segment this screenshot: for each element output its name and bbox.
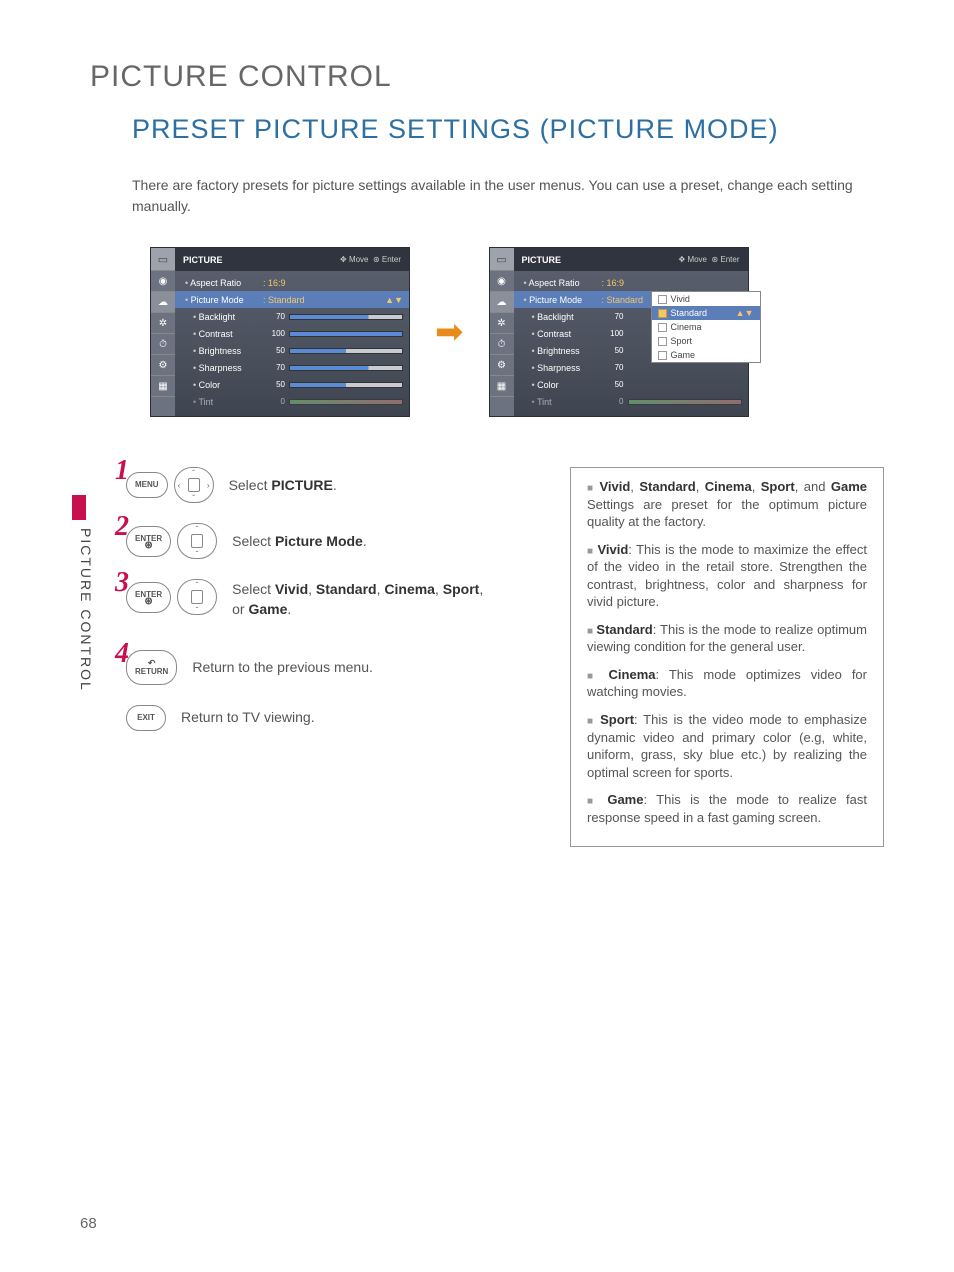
arrow-icon: ➡ [435,312,464,352]
step-5-text: Return to TV viewing. [181,707,315,727]
step-1: 1 MENU ˆˇ‹› Select PICTURE. [120,467,540,503]
enter-button: ENTER⊛ [126,582,171,613]
osd-row-contrast: Contrast100 [185,325,403,342]
info-item-standard: Standard: This is the mode to realize op… [587,621,867,656]
side-tab: PICTURE CONTROL [78,495,92,695]
popup-item-sport: Sport [652,334,760,348]
step-num-3: 3 [115,567,129,599]
osd-icon-6: ▦ [151,376,175,397]
step-4: 4 ↶RETURN Return to the previous menu. [120,650,540,685]
osd-panel-right-wrap: ▭ ◉ ☁ ✲ ⏱ ⚙ ▦ PICTURE ✥ Move ⊛ Enter Asp… [489,247,749,417]
mode-popup: Vivid Standard▲▼ Cinema Sport Game [651,291,761,363]
monitor-icon: ▭ [490,248,514,271]
osd-hints-r: ✥ Move ⊛ Enter [679,255,740,264]
step-num-2: 2 [115,511,129,543]
popup-item-cinema: Cinema [652,320,760,334]
osd-row-tint-r: Tint0 [524,393,742,410]
osd-screenshots: ▭ ◉ ☁ ✲ ⏱ ⚙ ▦ PICTURE ✥ Move ⊛ Enter Asp… [150,247,884,417]
osd-icon-3: ✲ [151,313,175,334]
osd-icon-6: ▦ [490,376,514,397]
info-item-cinema: Cinema: This mode optimizes video for wa… [587,666,867,701]
osd-row-tint: Tint0 [185,393,403,410]
osd-row-aspect-r: Aspect Ratio: 16:9 [524,274,742,291]
osd-header: PICTURE ✥ Move ⊛ Enter [175,248,409,271]
osd-row-sharpness: Sharpness70 [185,359,403,376]
osd-title: PICTURE [183,255,223,265]
step-num-1: 1 [115,455,129,487]
step-num-4: 4 [115,638,129,670]
page-title-2: PRESET PICTURE SETTINGS (PICTURE MODE) [132,114,884,145]
dpad-icon: ˆˇ‹› [174,467,214,503]
popup-item-standard: Standard▲▼ [652,306,760,320]
page-number: 68 [80,1215,97,1232]
osd-panel-left: ▭ ◉ ☁ ✲ ⏱ ⚙ ▦ PICTURE ✥ Move ⊛ Enter Asp… [150,247,410,417]
enter-button: ENTER⊛ [126,526,171,557]
osd-icon-4: ⏱ [151,334,175,355]
osd-icon-1: ◉ [490,271,514,292]
popup-item-vivid: Vivid [652,292,760,306]
dpad-icon: ˆˇ [177,523,217,559]
osd-icon-5: ⚙ [151,355,175,376]
exit-button: EXIT [126,705,166,731]
osd-sidebar-r: ▭ ◉ ☁ ✲ ⏱ ⚙ ▦ [490,248,514,416]
osd-row-aspect: Aspect Ratio : 16:9 [185,274,403,291]
monitor-icon: ▭ [151,248,175,271]
step-5: EXIT Return to TV viewing. [120,705,540,731]
menu-button: MENU [126,472,168,498]
osd-icon-4: ⏱ [490,334,514,355]
intro-text: There are factory presets for picture se… [132,175,884,217]
osd-row-mode: Picture Mode : Standard ▲▼ [175,291,409,308]
osd-icon-5: ⚙ [490,355,514,376]
step-3-text: Select Vivid, Standard, Cinema, Sport, o… [232,579,483,620]
osd-icon-2: ☁ [490,292,514,313]
step-2-text: Select Picture Mode. [232,531,367,551]
osd-row-color-r: Color50 [524,376,742,393]
updown-icon: ▲▼ [385,295,403,305]
osd-hints: ✥ Move ⊛ Enter [340,255,401,264]
osd-row-backlight: Backlight70 [185,308,403,325]
info-item-sport: Sport: This is the video mode to emphasi… [587,711,867,781]
page-title-1: PICTURE CONTROL [90,60,884,94]
step-4-text: Return to the previous menu. [192,657,373,677]
dpad-icon: ˆˇ [177,579,217,615]
step-2: 2 ENTER⊛ ˆˇ Select Picture Mode. [120,523,540,559]
steps-column: 1 MENU ˆˇ‹› Select PICTURE. 2 ENTER⊛ ˆˇ … [120,467,540,847]
info-item-presets: Vivid, Standard, Cinema, Sport, and Game… [587,478,867,531]
info-item-game: Game: This is the mode to realize fast r… [587,791,867,826]
osd-sidebar: ▭ ◉ ☁ ✲ ⏱ ⚙ ▦ [151,248,175,416]
info-box: Vivid, Standard, Cinema, Sport, and Game… [570,467,884,847]
step-1-text: Select PICTURE. [229,475,337,495]
osd-title-r: PICTURE [522,255,562,265]
osd-icon-2: ☁ [151,292,175,313]
side-accent [72,495,86,520]
osd-icon-1: ◉ [151,271,175,292]
return-button: ↶RETURN [126,650,177,685]
osd-row-color: Color50 [185,376,403,393]
osd-header-r: PICTURE ✥ Move ⊛ Enter [514,248,748,271]
osd-row-brightness: Brightness50 [185,342,403,359]
osd-icon-3: ✲ [490,313,514,334]
step-3: 3 ENTER⊛ ˆˇ Select Vivid, Standard, Cine… [120,579,540,620]
info-item-vivid: Vivid: This is the mode to maximize the … [587,541,867,611]
popup-item-game: Game [652,348,760,362]
side-tab-text: PICTURE CONTROL [78,528,94,692]
